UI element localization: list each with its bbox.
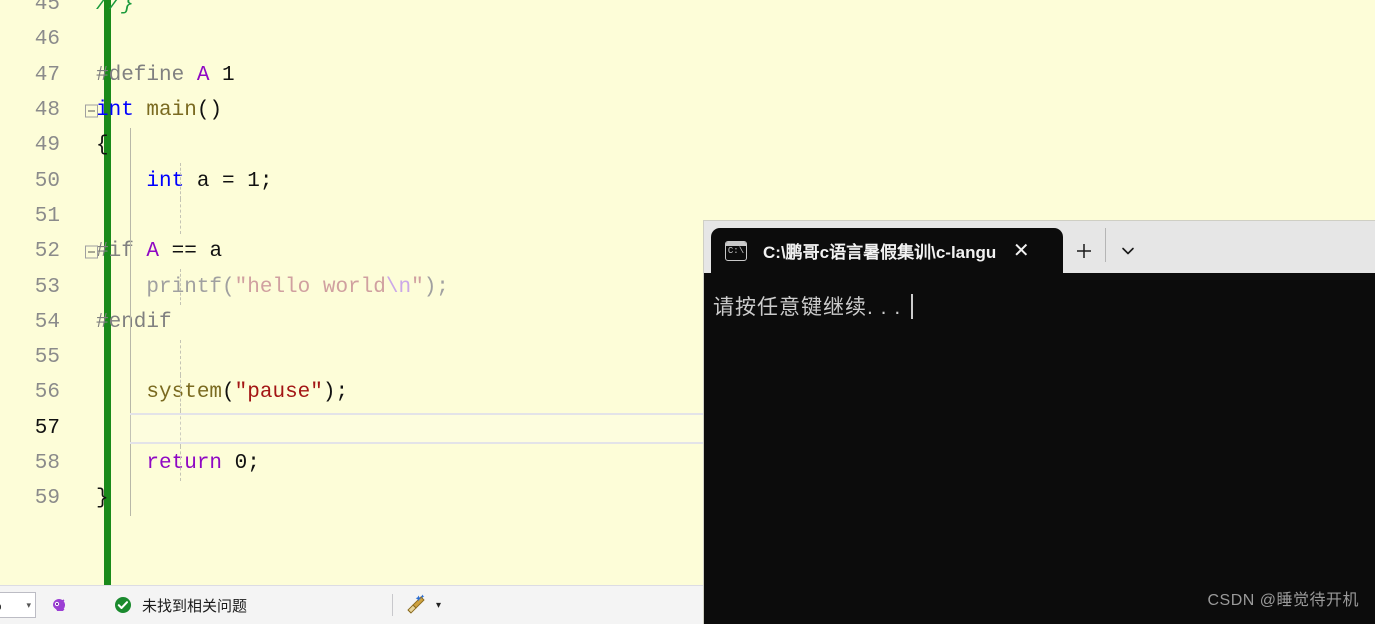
console-icon: C:\: [725, 240, 747, 261]
terminal-dropdown-button[interactable]: [1106, 228, 1150, 273]
code-line[interactable]: 45 //}: [0, 0, 1375, 22]
fold-column[interactable]: [72, 22, 94, 57]
indent-guide: [130, 339, 131, 376]
screen-root: 45 //} 46 47 #define A 1 48 int main() 49 {50 in…: [0, 0, 1375, 624]
fold-column[interactable]: [72, 446, 94, 481]
indent-guide: [180, 269, 181, 305]
fold-column[interactable]: [72, 0, 94, 22]
terminal-output-area[interactable]: 请按任意键继续. . .: [704, 273, 1375, 624]
fold-column[interactable]: [72, 481, 94, 516]
code-line-text: {: [96, 134, 109, 158]
chevron-down-icon[interactable]: ▾: [436, 600, 441, 611]
line-number: 55: [34, 346, 60, 370]
line-number: 59: [34, 487, 60, 511]
fold-collapse-icon[interactable]: [85, 104, 98, 118]
indent-guide: [130, 234, 131, 270]
intellisense-icon[interactable]: [48, 594, 70, 616]
indent-guide: [130, 445, 131, 482]
line-number: 57: [34, 416, 60, 440]
indent-guide: [130, 410, 131, 446]
indent-guide: [130, 269, 131, 305]
code-line-text: int main(): [96, 99, 223, 123]
code-line-text: #define A 1: [96, 63, 235, 87]
code-line[interactable]: 46: [0, 22, 1375, 57]
indent-guide: [130, 304, 131, 340]
fold-column[interactable]: [72, 128, 94, 163]
indent-guide: [130, 128, 131, 164]
line-number: 48: [34, 99, 60, 123]
line-number: 51: [34, 204, 60, 228]
plus-icon: [1077, 243, 1091, 258]
indent-guide: [130, 375, 131, 411]
line-number: 46: [34, 28, 60, 52]
fold-column[interactable]: [72, 199, 94, 234]
line-number: 49: [34, 134, 60, 158]
fold-column[interactable]: [72, 93, 98, 128]
indent-guide: [180, 198, 181, 235]
fold-column[interactable]: [72, 58, 94, 93]
code-line[interactable]: 50 int a = 1;: [0, 163, 1375, 199]
terminal-tab-active[interactable]: C:\ C:\鹏哥c语言暑假集训\c-langu ✕: [711, 228, 1063, 273]
code-cleanup-button[interactable]: ▾: [404, 593, 441, 617]
terminal-output-line: 请按任意键继续. . .: [713, 291, 1375, 321]
no-issues-check-icon: [114, 596, 132, 614]
fold-column[interactable]: [72, 340, 94, 375]
line-number: 50: [34, 169, 60, 193]
line-number: 54: [34, 310, 60, 334]
status-separator: [392, 594, 394, 616]
new-tab-button[interactable]: [1063, 228, 1105, 273]
code-line[interactable]: 49 {: [0, 128, 1375, 164]
fold-collapse-icon[interactable]: [85, 245, 98, 259]
fold-column[interactable]: [72, 411, 94, 446]
terminal-tab-title: C:\鹏哥c语言暑假集训\c-langu: [763, 243, 997, 262]
indent-guide: [130, 481, 131, 517]
issues-status-text: 未找到相关问题: [142, 597, 248, 615]
console-icon-label: C:\: [727, 245, 745, 256]
line-number: 56: [34, 381, 60, 405]
csdn-watermark: CSDN @睡觉待开机: [1207, 592, 1359, 609]
terminal-window[interactable]: C:\ C:\鹏哥c语言暑假集训\c-langu ✕ 请按任意键继续. . .: [703, 220, 1375, 624]
indent-guide: [130, 198, 131, 235]
fold-column[interactable]: [72, 269, 94, 304]
line-number: 45: [34, 0, 60, 17]
code-line[interactable]: 48 int main(): [0, 93, 1375, 128]
fold-column[interactable]: [72, 234, 98, 269]
code-line-text: int a = 1;: [146, 169, 273, 193]
zoom-level-value: %: [0, 597, 1, 613]
line-number: 53: [34, 275, 60, 299]
fold-column[interactable]: [72, 163, 94, 198]
chevron-down-icon: [1122, 247, 1134, 254]
chevron-down-icon: ▾: [26, 599, 31, 610]
indent-guide: [180, 445, 181, 482]
zoom-level-dropdown[interactable]: % ▾: [0, 592, 36, 618]
indent-guide: [180, 410, 181, 446]
line-number: 47: [34, 63, 60, 87]
fold-column[interactable]: [72, 305, 94, 340]
indent-guide: [180, 375, 181, 411]
fold-column[interactable]: [72, 375, 94, 410]
code-line-text: //}: [96, 0, 134, 17]
indent-guide: [180, 163, 181, 199]
close-icon[interactable]: ✕: [1006, 236, 1036, 266]
terminal-output-text: 请按任意键继续. . .: [713, 296, 902, 319]
terminal-cursor: [911, 293, 914, 319]
indent-guide: [180, 339, 181, 376]
terminal-tab-strip[interactable]: C:\ C:\鹏哥c语言暑假集训\c-langu ✕: [704, 221, 1375, 273]
line-number: 58: [34, 452, 60, 475]
line-number: 52: [34, 240, 60, 264]
code-line[interactable]: 47 #define A 1: [0, 58, 1375, 93]
indent-guide: [130, 163, 131, 199]
